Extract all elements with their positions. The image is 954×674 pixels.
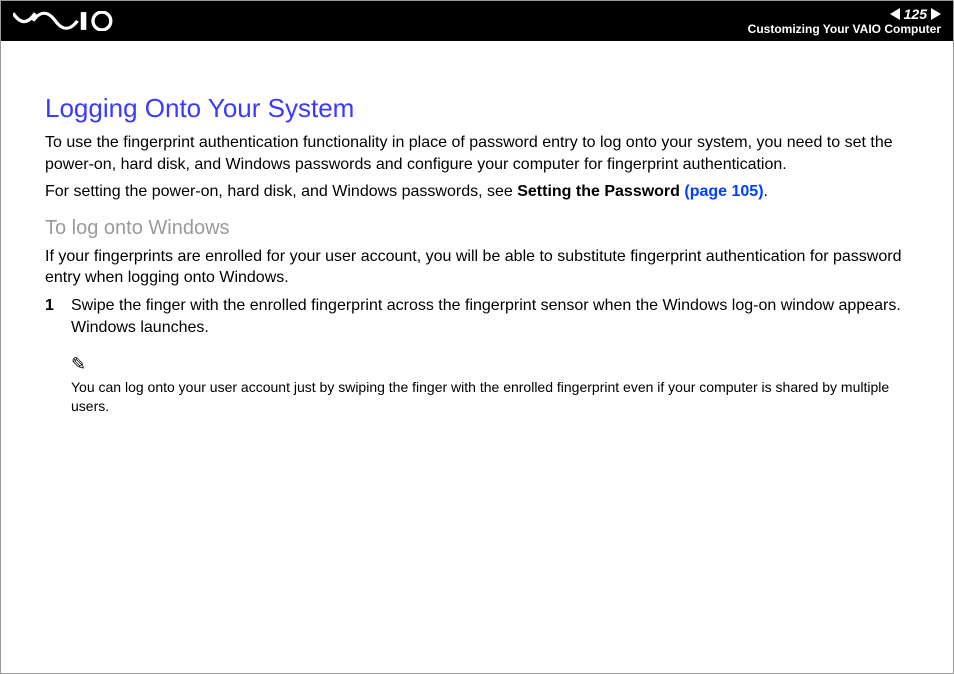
intro-paragraph-1: To use the fingerprint authentication fu… xyxy=(45,132,909,175)
note-text: You can log onto your user account just … xyxy=(71,378,909,416)
content-area: Logging Onto Your System To use the fing… xyxy=(1,41,953,416)
document-page: 125 Customizing Your VAIO Computer Loggi… xyxy=(0,0,954,674)
prev-page-icon[interactable] xyxy=(890,8,900,20)
page-number: 125 xyxy=(904,6,927,22)
vaio-logo xyxy=(13,11,124,31)
section-title: Customizing Your VAIO Computer xyxy=(748,22,941,36)
sub-intro: If your fingerprints are enrolled for yo… xyxy=(45,246,909,289)
note-block: ✎ You can log onto your user account jus… xyxy=(71,352,909,416)
page-nav: 125 xyxy=(748,6,941,22)
page-title: Logging Onto Your System xyxy=(45,93,909,124)
pencil-icon: ✎ xyxy=(71,352,909,376)
header-right: 125 Customizing Your VAIO Computer xyxy=(748,6,941,36)
step-number: 1 xyxy=(45,295,59,338)
intro-paragraph-2: For setting the power-on, hard disk, and… xyxy=(45,181,909,203)
header-bar: 125 Customizing Your VAIO Computer xyxy=(1,1,953,41)
intro2-pre: For setting the power-on, hard disk, and… xyxy=(45,183,517,200)
intro2-post: . xyxy=(764,183,768,200)
page-link-105[interactable]: (page 105) xyxy=(684,183,763,200)
next-page-icon[interactable] xyxy=(931,8,941,20)
vaio-logo-svg xyxy=(13,11,124,31)
step-1: 1 Swipe the finger with the enrolled fin… xyxy=(45,295,909,338)
step-text: Swipe the finger with the enrolled finge… xyxy=(71,295,909,338)
intro2-bold: Setting the Password xyxy=(517,183,680,200)
subheading: To log onto Windows xyxy=(45,217,909,240)
